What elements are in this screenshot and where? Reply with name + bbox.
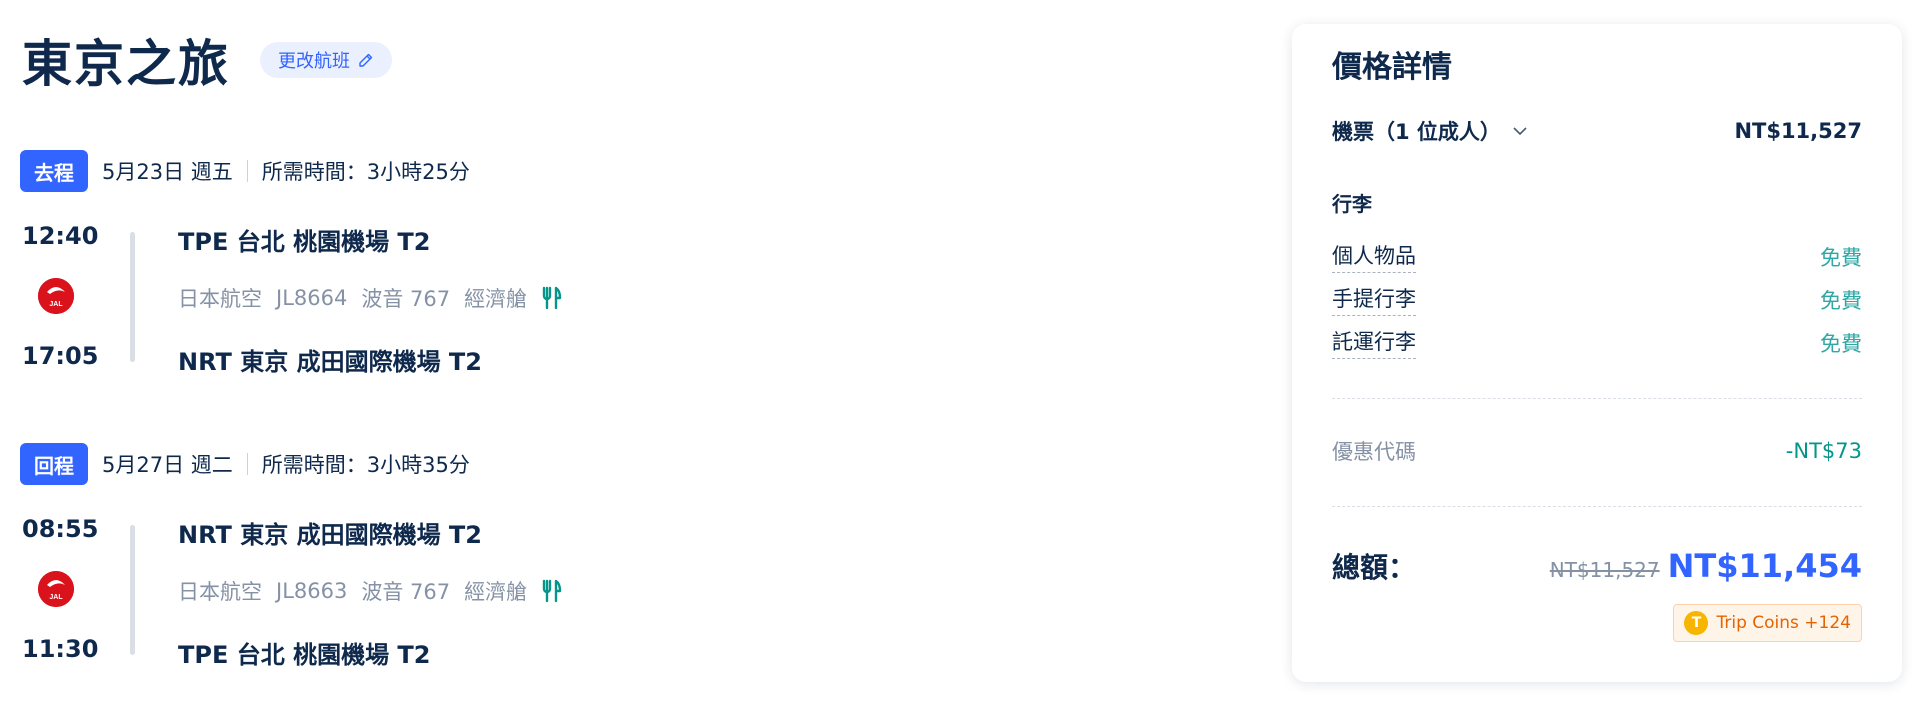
change-flight-label: 更改航班 [278,51,350,72]
baggage-value: 免費 [1820,331,1862,356]
leg-badge: 去程 [20,150,88,192]
title-row: 東京之旅 更改航班 [22,24,392,96]
depart-time: 12:40 [22,222,99,250]
aircraft-type: 波音 767 [361,580,451,604]
leg-duration: 所需時間：3小時25分 [261,160,470,184]
depart-time: 08:55 [22,515,99,543]
trip-coins-badge: T Trip Coins +124 [1673,604,1862,642]
price-title: 價格詳情 [1332,50,1452,85]
arrive-station: NRT 東京 成田國際機場 T2 [178,348,482,376]
timeline-line [130,525,135,655]
page-title: 東京之旅 [22,35,230,93]
leg-date: 5月27日 週二 [102,453,233,477]
arrive-station: TPE 台北 桃園機場 T2 [178,641,431,669]
divider [1332,398,1862,399]
promo-row: 優惠代碼 -NT$73 [1332,436,1862,466]
separator [246,453,248,475]
cabin-class: 經濟艙 [464,287,528,311]
pencil-icon [359,53,373,67]
baggage-value: 免費 [1820,245,1862,270]
chevron-down-icon [1513,127,1527,136]
total-row: 總額： NT$11,527 NT$11,454 [1332,546,1862,586]
change-flight-button[interactable]: 更改航班 [260,42,392,78]
original-total: NT$11,527 [1549,558,1660,582]
depart-station: TPE 台北 桃園機場 T2 [178,228,431,256]
flight-info: 日本航空 JL8663 波音 767 經濟艙 [178,576,563,606]
total-label: 總額： [1332,551,1417,584]
outbound-leg: 去程 5月23日 週五 所需時間：3小時25分 12:40 JAL 17:05 … [20,150,920,380]
arrive-time: 11:30 [22,635,99,663]
promo-value: -NT$73 [1785,439,1862,463]
depart-station: NRT 東京 成田國際機場 T2 [178,521,482,549]
aircraft-type: 波音 767 [361,287,451,311]
promo-label: 優惠代碼 [1332,440,1416,464]
baggage-row: 個人物品 免費 [1332,240,1862,273]
leg-date: 5月23日 週五 [102,160,233,184]
leg-header: 回程 5月27日 週二 所需時間：3小時35分 [20,443,920,485]
meal-icon [542,579,562,603]
trip-coin-icon: T [1684,611,1709,635]
leg-duration: 所需時間：3小時35分 [261,453,470,477]
flight-number: JL8663 [276,579,348,603]
jal-logo-icon: JAL [38,571,74,607]
airline-logo-text: JAL [49,594,63,601]
final-total: NT$11,454 [1667,547,1862,585]
flight-info: 日本航空 JL8664 波音 767 經濟艙 [178,283,563,313]
separator [246,160,248,182]
airline-logo-text: JAL [49,301,63,308]
jal-logo-icon: JAL [38,278,74,314]
airline-name: 日本航空 [178,287,262,311]
baggage-heading: 行李 [1332,192,1372,216]
ticket-row: 機票（1 位成人） NT$11,527 [1332,116,1862,146]
arrive-time: 17:05 [22,342,99,370]
total-prices: NT$11,527 NT$11,454 [1550,547,1862,585]
airline-name: 日本航空 [178,580,262,604]
baggage-name[interactable]: 託運行李 [1332,326,1416,359]
timeline-line [130,232,135,362]
ticket-price: NT$11,527 [1734,119,1862,143]
baggage-value: 免費 [1820,288,1862,313]
flight-number: JL8664 [276,286,348,310]
baggage-name[interactable]: 個人物品 [1332,240,1416,273]
meal-icon [542,286,562,310]
divider [1332,506,1862,507]
baggage-row: 手提行李 免費 [1332,283,1862,316]
baggage-name[interactable]: 手提行李 [1332,283,1416,316]
cabin-class: 經濟艙 [464,580,528,604]
price-details-card: 價格詳情 機票（1 位成人） NT$11,527 行李 個人物品 免費 手提行李… [1292,24,1902,682]
leg-badge: 回程 [20,443,88,485]
trip-coins-label: Trip Coins +124 [1716,613,1851,633]
ticket-label: 機票（1 位成人） [1332,120,1501,144]
leg-header: 去程 5月23日 週五 所需時間：3小時25分 [20,150,920,192]
return-leg: 回程 5月27日 週二 所需時間：3小時35分 08:55 JAL 11:30 … [20,443,920,673]
baggage-row: 託運行李 免費 [1332,326,1862,359]
ticket-toggle[interactable]: 機票（1 位成人） [1332,116,1529,146]
